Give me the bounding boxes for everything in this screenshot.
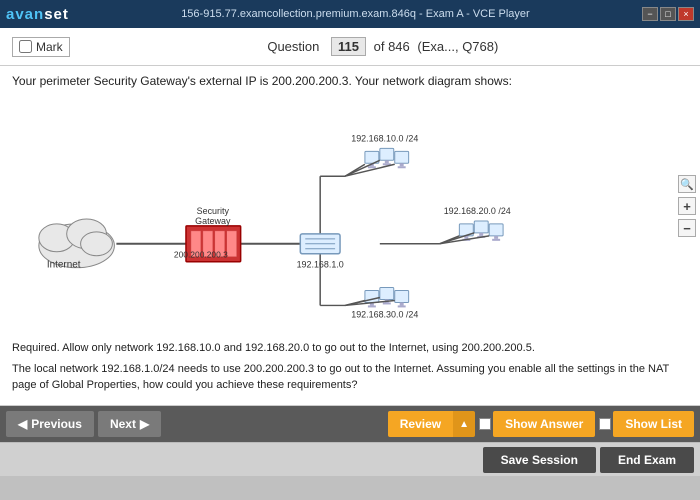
save-session-button[interactable]: Save Session <box>483 447 596 473</box>
svg-text:192.168.20.0 /24: 192.168.20.0 /24 <box>444 206 511 216</box>
end-exam-button[interactable]: End Exam <box>600 447 694 473</box>
svg-text:192.168.1.0: 192.168.1.0 <box>297 260 344 270</box>
svg-text:192.168.30.0 /24: 192.168.30.0 /24 <box>351 309 418 319</box>
maximize-button[interactable]: □ <box>660 7 676 21</box>
svg-text:200.200.200.3: 200.200.200.3 <box>174 250 228 260</box>
question-number: 115 <box>331 37 366 56</box>
review-group: Review ▲ <box>388 411 475 437</box>
required-text-2: The local network 192.168.1.0/24 needs t… <box>12 361 688 394</box>
review-label: Review <box>400 417 441 431</box>
main-content: Your perimeter Security Gateway's extern… <box>0 66 700 406</box>
review-dropdown-button[interactable]: ▲ <box>453 411 475 437</box>
window-controls[interactable]: − □ × <box>642 7 694 21</box>
previous-label: Previous <box>31 417 82 431</box>
scroll-tools: 🔍 + − <box>678 175 696 237</box>
show-list-checkbox[interactable] <box>599 418 611 430</box>
show-list-button[interactable]: Show List <box>613 411 694 437</box>
internet-label: Internet <box>47 260 81 271</box>
of-label: of 846 <box>374 39 410 54</box>
question-navigation: Question 115 of 846 (Exa..., Q768) <box>78 39 688 54</box>
mark-checkbox-label[interactable]: Mark <box>12 37 70 57</box>
mark-label: Mark <box>36 40 63 54</box>
next-arrow: ▶ <box>140 417 149 431</box>
close-button[interactable]: × <box>678 7 694 21</box>
prev-arrow: ◀ <box>18 417 27 431</box>
network-svg: Internet Security Gateway 200.200.200.3 … <box>12 96 688 326</box>
network-diagram: Internet Security Gateway 200.200.200.3 … <box>12 96 688 336</box>
review-button[interactable]: Review <box>388 411 453 437</box>
zoom-out-button[interactable]: − <box>678 219 696 237</box>
show-answer-group: Show Answer <box>479 411 595 437</box>
required-text-1: Required. Allow only network 192.168.10.… <box>12 340 688 357</box>
question-header: Mark Question 115 of 846 (Exa..., Q768) <box>0 28 700 66</box>
footer: Save Session End Exam <box>0 442 700 476</box>
show-list-label: Show List <box>625 417 682 431</box>
exam-code: (Exa..., Q768) <box>417 39 498 54</box>
save-session-label: Save Session <box>501 453 578 467</box>
search-icon[interactable]: 🔍 <box>678 175 696 193</box>
show-answer-label: Show Answer <box>505 417 583 431</box>
app-logo: avanset <box>6 6 69 23</box>
question-label: Question <box>267 39 319 54</box>
title-bar: avanset 156-915.77.examcollection.premiu… <box>0 0 700 28</box>
end-exam-label: End Exam <box>618 453 676 467</box>
zoom-in-button[interactable]: + <box>678 197 696 215</box>
svg-text:Gateway: Gateway <box>195 216 231 226</box>
show-answer-button[interactable]: Show Answer <box>493 411 595 437</box>
minimize-button[interactable]: − <box>642 7 658 21</box>
next-button[interactable]: Next ▶ <box>98 411 161 437</box>
bottom-nav: ◀ Previous Next ▶ Review ▲ Show Answer S… <box>0 406 700 442</box>
show-list-group: Show List <box>599 411 694 437</box>
next-label: Next <box>110 417 136 431</box>
question-text: Your perimeter Security Gateway's extern… <box>12 74 688 88</box>
mark-checkbox[interactable] <box>19 40 32 53</box>
show-answer-checkbox[interactable] <box>479 418 491 430</box>
svg-text:192.168.10.0 /24: 192.168.10.0 /24 <box>351 133 418 143</box>
previous-button[interactable]: ◀ Previous <box>6 411 94 437</box>
window-title: 156-915.77.examcollection.premium.exam.8… <box>69 8 642 20</box>
svg-text:Security: Security <box>197 206 230 216</box>
